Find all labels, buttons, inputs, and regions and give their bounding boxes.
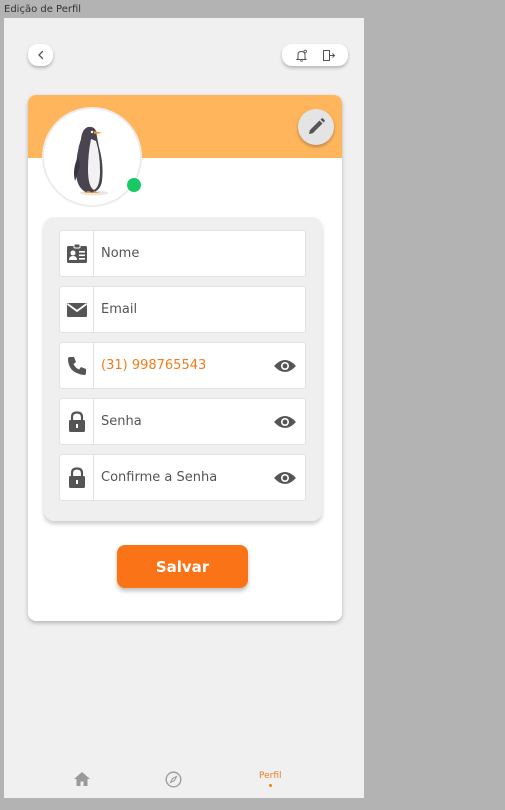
active-indicator-dot [268,784,272,787]
password-visibility-toggle[interactable] [265,414,305,430]
online-status-dot [127,178,141,192]
name-field[interactable]: Nome [59,230,306,277]
confirm-password-visibility-toggle[interactable] [265,470,305,486]
save-button[interactable]: Salvar [117,545,248,588]
chevron-left-icon [37,50,43,60]
nav-item-profile-label: Perfil [259,771,282,781]
password-field-label: Senha [101,414,142,429]
password-field[interactable]: Senha [59,398,306,445]
back-button[interactable] [28,44,53,66]
lock-icon [68,466,85,488]
phone-field-value: (31) 998765543 [101,358,207,373]
bottom-navigation: Perfil [4,766,364,798]
logout-icon[interactable] [322,49,336,62]
pencil-icon [309,118,325,134]
compass-icon [165,771,182,788]
avatar[interactable] [42,107,142,207]
eye-icon [274,415,296,428]
app-frame: Nome Email (31) 998765543 Senha Confirme… [4,18,364,798]
phone-visibility-toggle[interactable] [265,358,305,374]
home-icon [74,772,90,786]
profile-form: Nome Email (31) 998765543 Senha Confirme… [44,217,322,521]
nav-item-profile[interactable]: Perfil [259,771,282,787]
nav-item-home[interactable] [73,771,91,787]
header-actions [282,44,348,66]
phone-field[interactable]: (31) 998765543 [59,342,306,389]
envelope-icon [66,302,87,317]
id-card-icon [66,243,87,263]
confirm-password-field[interactable]: Confirme a Senha [59,454,306,501]
name-field-label: Nome [101,246,140,261]
email-field[interactable]: Email [59,286,306,333]
phone-icon [67,356,86,375]
edit-profile-button[interactable] [298,109,334,145]
email-field-label: Email [101,302,138,317]
eye-icon [274,471,296,484]
nav-item-explore[interactable] [165,771,182,788]
lock-icon [68,410,85,432]
confirm-password-field-label: Confirme a Senha [101,470,218,485]
penguin-avatar [74,126,108,196]
window-title: Edição de Perfil [4,4,82,15]
profile-card: Nome Email (31) 998765543 Senha Confirme… [28,95,342,621]
bell-icon[interactable] [295,49,308,62]
eye-icon [274,359,296,372]
